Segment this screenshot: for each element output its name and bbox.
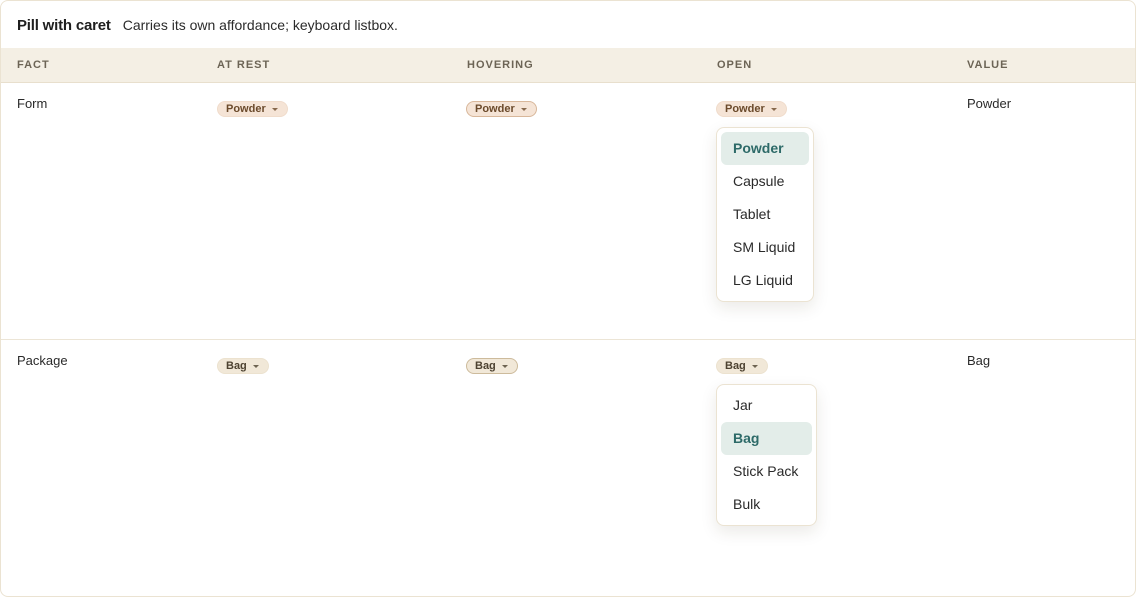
card-subtitle: Carries its own affordance; keyboard lis…: [122, 17, 398, 33]
form-listbox: Powder Capsule Tablet SM Liquid LG Liqui…: [716, 127, 814, 302]
package-pill-at-rest[interactable]: Bag: [217, 358, 269, 374]
table-header: FACT AT REST HOVERING OPEN VALUE: [1, 48, 1135, 83]
pill-with-caret-card: Pill with caret Carries its own affordan…: [0, 0, 1136, 597]
card-header: Pill with caret Carries its own affordan…: [1, 1, 1135, 49]
pill-label: Bag: [226, 360, 247, 372]
column-header-open: OPEN: [717, 59, 753, 71]
value-form: Powder: [967, 96, 1012, 111]
caret-down-icon: [751, 364, 758, 368]
listbox-option-bag[interactable]: Bag: [721, 422, 812, 455]
listbox-option-powder[interactable]: Powder: [721, 132, 809, 165]
listbox-option-jar[interactable]: Jar: [721, 389, 812, 422]
pill-label: Bag: [475, 360, 496, 372]
caret-down-icon: [770, 107, 777, 111]
column-header-value: VALUE: [967, 59, 1009, 71]
form-pill-at-rest[interactable]: Powder: [217, 101, 288, 117]
column-header-at-rest: AT REST: [217, 59, 271, 71]
column-header-fact: FACT: [17, 59, 50, 71]
listbox-option-capsule[interactable]: Capsule: [721, 165, 809, 198]
form-pill-open[interactable]: Powder: [716, 101, 787, 117]
caret-down-icon: [501, 364, 508, 368]
listbox-option-bulk[interactable]: Bulk: [721, 488, 812, 521]
card-title: Pill with caret: [17, 16, 111, 34]
package-pill-hovering[interactable]: Bag: [466, 358, 518, 374]
fact-label-package: Package: [17, 353, 68, 368]
column-header-hovering: HOVERING: [467, 59, 534, 71]
table-row-form: Form Powder Powder Powder Powder Capsule…: [1, 83, 1135, 339]
listbox-option-tablet[interactable]: Tablet: [721, 198, 809, 231]
package-listbox: Jar Bag Stick Pack Bulk: [716, 384, 817, 526]
pill-label: Bag: [725, 360, 746, 372]
pill-label: Powder: [475, 103, 515, 115]
caret-down-icon: [252, 364, 259, 368]
pill-label: Powder: [725, 103, 765, 115]
listbox-option-stick-pack[interactable]: Stick Pack: [721, 455, 812, 488]
listbox-option-sm-liquid[interactable]: SM Liquid: [721, 231, 809, 264]
fact-label-form: Form: [17, 96, 48, 111]
pill-label: Powder: [226, 103, 266, 115]
caret-down-icon: [520, 107, 527, 111]
package-pill-open[interactable]: Bag: [716, 358, 768, 374]
caret-down-icon: [271, 107, 278, 111]
value-package: Bag: [967, 353, 991, 368]
listbox-option-lg-liquid[interactable]: LG Liquid: [721, 264, 809, 297]
form-pill-hovering[interactable]: Powder: [466, 101, 537, 117]
table-row-package: Package Bag Bag Bag Jar Bag Stick Pack B…: [1, 340, 1135, 596]
